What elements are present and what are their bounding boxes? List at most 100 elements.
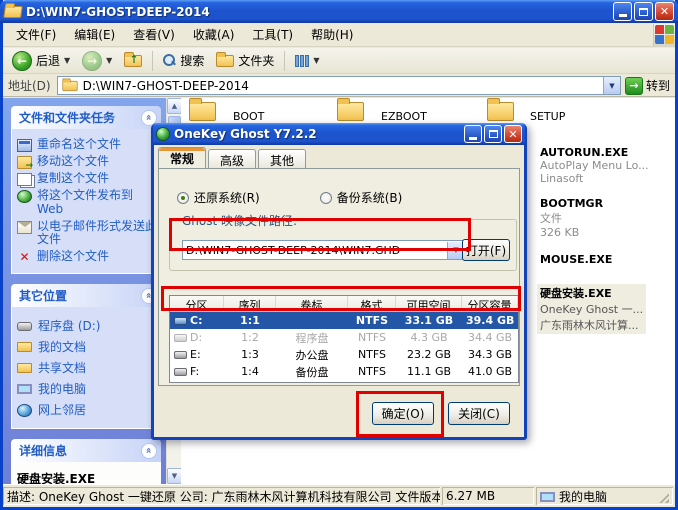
close-dialog-button[interactable]: 关闭(C)	[448, 402, 510, 425]
maximize-button[interactable]	[634, 2, 653, 21]
resize-grip[interactable]	[657, 491, 669, 503]
open-button[interactable]: 打开(F)	[462, 239, 510, 261]
forward-icon: →	[82, 51, 102, 71]
col-label[interactable]: 卷标	[276, 296, 348, 312]
place-my-documents[interactable]: 我的文档	[17, 338, 157, 355]
folder-icon-ezboot[interactable]	[337, 102, 364, 121]
window-titlebar[interactable]: D:\WIN7-GHOST-DEEP-2014 ✕	[0, 0, 678, 23]
search-button[interactable]: 搜索	[158, 50, 209, 71]
task-move[interactable]: 移动这个文件	[17, 155, 157, 169]
delete-x-icon: ✕	[17, 251, 32, 264]
other-places-header[interactable]: 其它位置 »	[11, 284, 161, 307]
menu-favorites[interactable]: 收藏(A)	[184, 23, 244, 46]
ok-button[interactable]: 确定(O)	[372, 402, 434, 425]
documents-folder-icon	[17, 342, 32, 352]
back-button[interactable]: ← 后退 ▼	[7, 49, 75, 73]
address-input[interactable]: D:\WIN7-GHOST-DEEP-2014 ▼	[57, 76, 621, 95]
folder-icon-setup[interactable]	[487, 102, 514, 121]
details-file-name: 硬盘安装.EXE	[17, 470, 157, 484]
up-button[interactable]: ↑	[119, 53, 147, 69]
standard-toolbar: ← 后退 ▼ → ▼ ↑ 搜索 文件夹 ▼	[3, 48, 675, 74]
shared-folder-icon	[17, 363, 32, 373]
menu-view[interactable]: 查看(V)	[124, 23, 184, 46]
tab-advanced[interactable]: 高级	[208, 149, 256, 168]
dialog-maximize-button[interactable]	[484, 125, 502, 143]
file-tasks-panel: 文件和文件夹任务 » 重命名这个文件 移动这个文件 复制这个文件 将这个文件发布…	[11, 106, 161, 274]
details-header[interactable]: 详细信息 »	[11, 439, 161, 462]
copy-icon	[17, 173, 32, 186]
menu-edit[interactable]: 编辑(E)	[65, 23, 124, 46]
menu-help[interactable]: 帮助(H)	[302, 23, 362, 46]
image-path-combo[interactable]: D:\WIN7-GHOST-DEEP-2014\WIN7.GHD ▼	[182, 240, 465, 260]
task-rename[interactable]: 重命名这个文件	[17, 138, 157, 152]
go-button[interactable]: → 转到	[625, 77, 672, 95]
address-value: D:\WIN7-GHOST-DEEP-2014	[83, 79, 249, 93]
file-item-mouse[interactable]: MOUSE.EXE	[540, 253, 612, 266]
folder-label-setup[interactable]: SETUP	[530, 110, 565, 123]
task-copy[interactable]: 复制这个文件	[17, 172, 157, 186]
menu-file[interactable]: 文件(F)	[7, 23, 65, 46]
toolbar-separator	[284, 51, 285, 71]
email-icon	[17, 221, 32, 234]
folder-icon-boot[interactable]	[189, 102, 216, 121]
task-email[interactable]: 以电子邮件形式发送此文件	[17, 220, 157, 248]
forward-button[interactable]: → ▼	[77, 49, 117, 73]
file-tasks-header[interactable]: 文件和文件夹任务 »	[11, 106, 161, 129]
tab-other[interactable]: 其他	[258, 149, 306, 168]
place-network[interactable]: 网上邻居	[17, 401, 157, 418]
minimize-button[interactable]	[613, 2, 632, 21]
toolbar-separator	[152, 51, 153, 71]
views-button[interactable]: ▼	[290, 53, 324, 69]
col-format[interactable]: 格式	[348, 296, 396, 312]
partition-table: 分区 序列 卷标 格式 可用空间 分区容量 C: 1:1 NTFS 33.1 G…	[169, 295, 519, 383]
col-serial[interactable]: 序列	[224, 296, 276, 312]
views-dropdown-icon[interactable]: ▼	[313, 56, 319, 65]
restore-radio-label: 还原系统(R)	[194, 189, 260, 206]
tab-general[interactable]: 常规	[158, 147, 206, 168]
folder-label-ezboot[interactable]: EZBOOT	[381, 110, 427, 123]
folders-label: 文件夹	[238, 52, 274, 69]
forward-dropdown-icon[interactable]: ▼	[106, 56, 112, 65]
partition-row-e[interactable]: E: 1:3 办公盘 NTFS 23.2 GB 34.3 GB	[170, 346, 518, 363]
place-shared-documents[interactable]: 共享文档	[17, 359, 157, 376]
menu-tools[interactable]: 工具(T)	[243, 23, 302, 46]
scroll-up-icon[interactable]: ▲	[167, 98, 182, 114]
address-dropdown-icon[interactable]: ▼	[603, 77, 620, 94]
file-item-autorun[interactable]: AUTORUN.EXE AutoPlay Menu Lo... Linasoft	[540, 146, 649, 185]
partition-row-c[interactable]: C: 1:1 NTFS 33.1 GB 39.4 GB	[170, 312, 518, 329]
dialog-close-button[interactable]: ✕	[504, 125, 522, 143]
place-label: 我的文档	[38, 338, 86, 355]
backup-system-radio[interactable]: 备份系统(B)	[320, 189, 403, 206]
dialog-minimize-button[interactable]	[464, 125, 482, 143]
file-item-bootmgr[interactable]: BOOTMGR 文件 326 KB	[540, 197, 603, 239]
place-label: 网上邻居	[38, 401, 86, 418]
col-free[interactable]: 可用空间	[396, 296, 462, 312]
folders-button[interactable]: 文件夹	[211, 50, 279, 71]
back-dropdown-icon[interactable]: ▼	[64, 56, 70, 65]
folder-label-boot[interactable]: BOOT	[233, 110, 264, 123]
partition-row-f[interactable]: F: 1:4 备份盘 NTFS 11.1 GB 41.0 GB	[170, 363, 518, 380]
place-my-computer[interactable]: 我的电脑	[17, 380, 157, 397]
address-folder-icon	[62, 80, 77, 90]
file-item-hdd-install[interactable]: 硬盘安装.EXE OneKey Ghost 一... 广东雨林木风计算...	[537, 284, 646, 334]
restore-system-radio[interactable]: 还原系统(R)	[177, 189, 260, 206]
my-computer-label: 我的电脑	[559, 488, 607, 505]
drive-icon	[174, 334, 187, 342]
col-partition[interactable]: 分区	[170, 296, 224, 312]
task-delete[interactable]: ✕删除这个文件	[17, 250, 157, 264]
task-publish-web[interactable]: 将这个文件发布到 Web	[17, 189, 157, 217]
disk-icon	[17, 322, 32, 331]
ghost-path-label: Ghost 映像文件路径:	[178, 212, 301, 229]
col-capacity[interactable]: 分区容量	[462, 296, 518, 312]
dialog-titlebar[interactable]: OneKey Ghost Y7.2.2 ✕	[153, 123, 525, 145]
window-title: D:\WIN7-GHOST-DEEP-2014	[26, 5, 609, 19]
file-name: AUTORUN.EXE	[540, 146, 649, 159]
place-program-disk[interactable]: 程序盘 (D:)	[17, 317, 157, 334]
close-button[interactable]: ✕	[655, 2, 674, 21]
collapse-chevron-icon[interactable]: »	[141, 443, 157, 459]
back-icon: ←	[12, 51, 32, 71]
menu-bar: 文件(F) 编辑(E) 查看(V) 收藏(A) 工具(T) 帮助(H)	[3, 23, 675, 47]
scroll-down-icon[interactable]: ▼	[167, 468, 182, 484]
partition-row-d[interactable]: D: 1:2 程序盘 NTFS 4.3 GB 34.4 GB	[170, 329, 518, 346]
other-places-title: 其它位置	[19, 287, 67, 304]
